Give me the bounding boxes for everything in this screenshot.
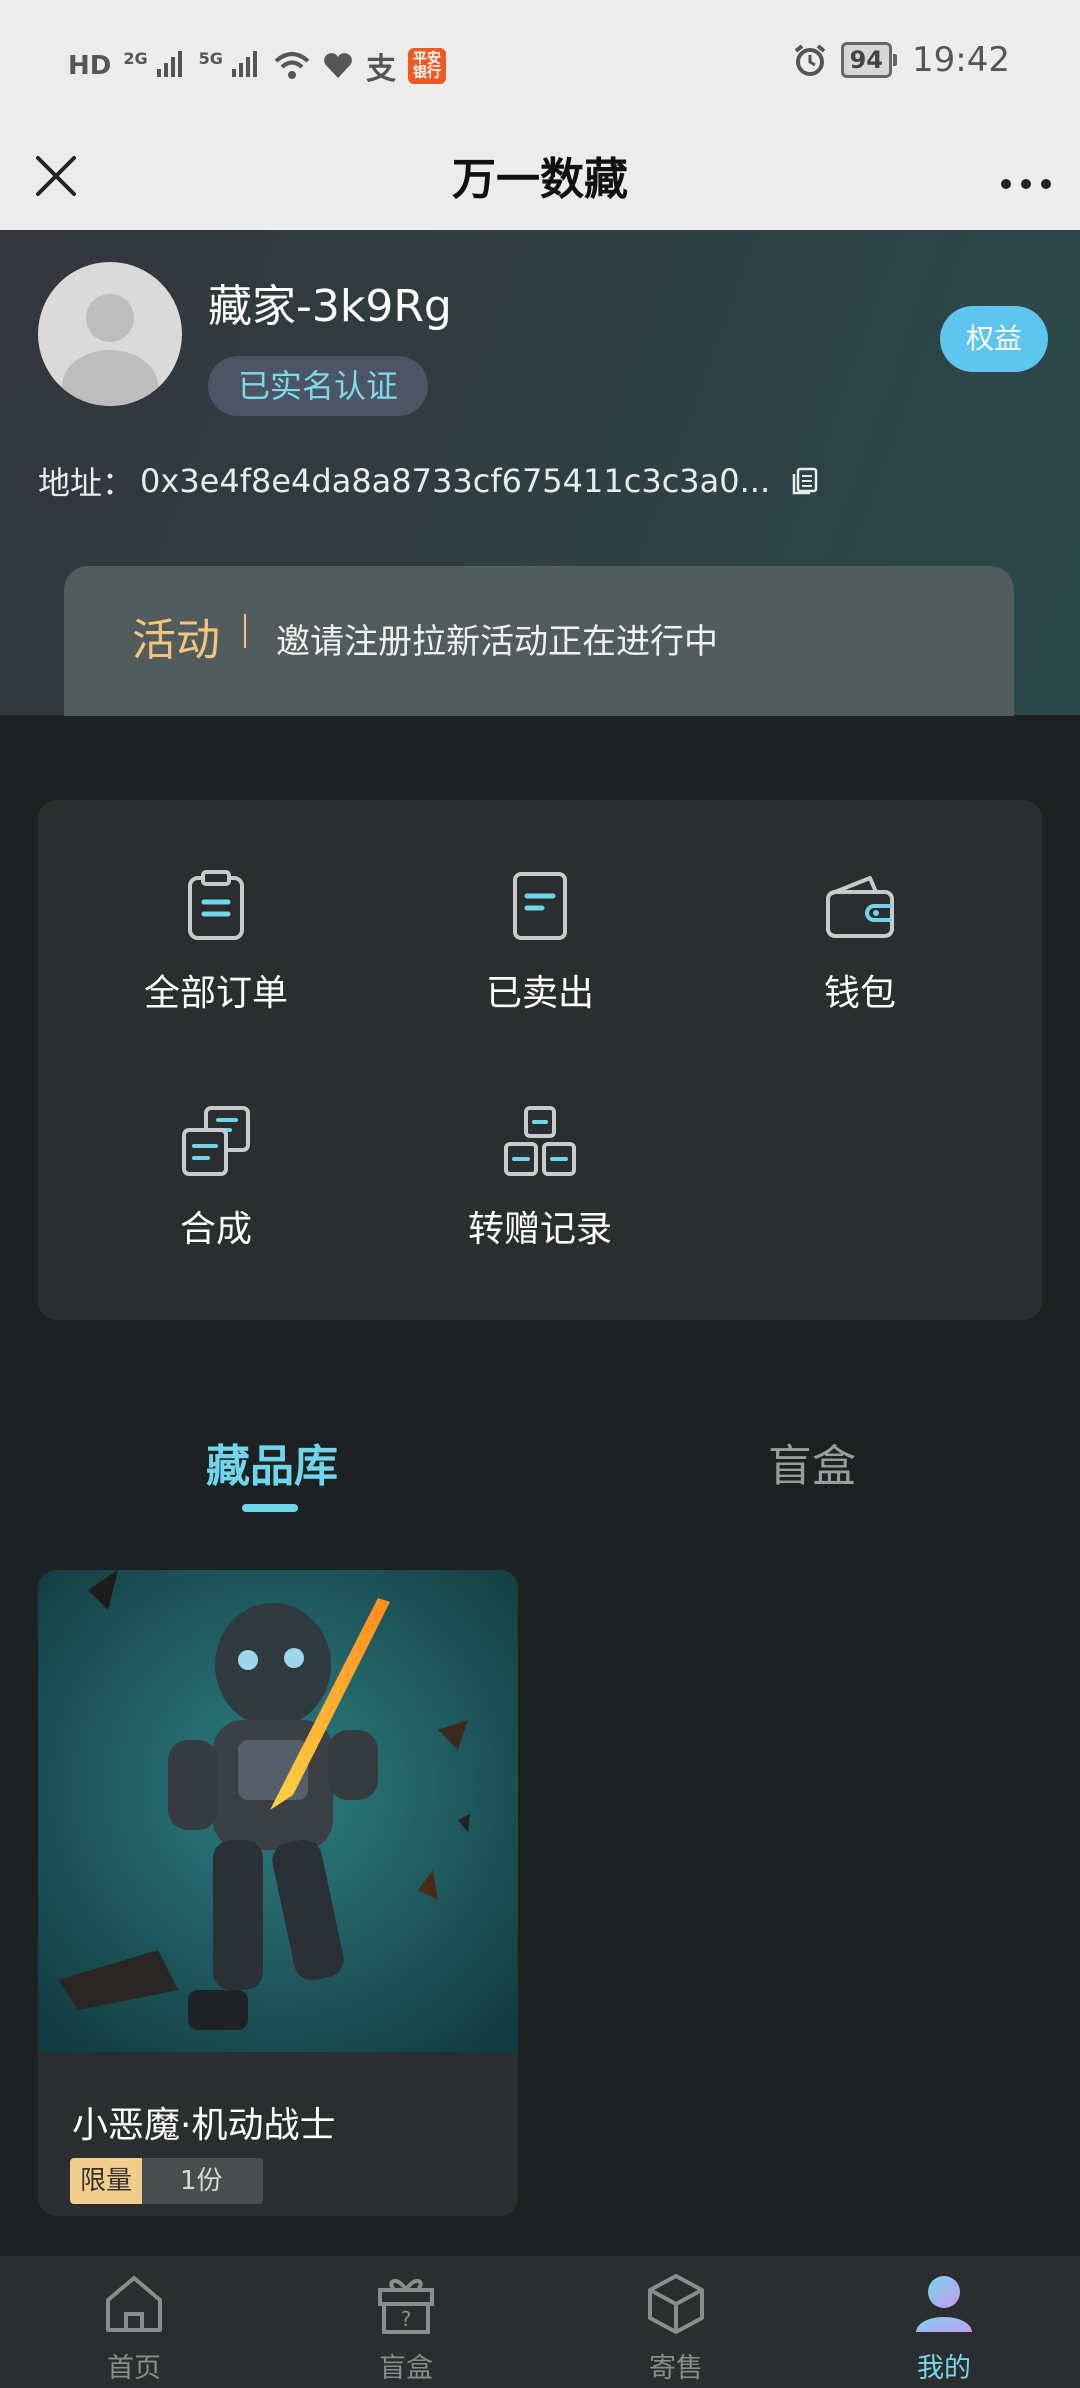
title-bar: 万一数藏 [0,130,1080,230]
nav-blind-box[interactable]: ? 盲盒 [336,2270,476,2385]
copy-icon[interactable] [790,466,820,496]
nav-consignment[interactable]: 寄售 [606,2270,746,2385]
nav-mine[interactable]: 我的 [874,2270,1014,2385]
clipboard-icon [188,870,244,940]
wallet-address: 地址： 0x3e4f8e4da8a8733cf675411c3c3a0... [38,458,820,504]
artwork-image [38,1570,518,2052]
activity-divider [244,614,246,648]
profile-header: 藏家-3k9Rg 已实名认证 权益 地址： 0x3e4f8e4da8a8733c… [0,230,1080,716]
document-icon [513,872,567,940]
user-icon [916,2276,972,2332]
verified-badge: 已实名认证 [208,356,429,416]
close-icon[interactable] [30,150,90,210]
menu-item-synthesis[interactable]: 合成 [106,1102,326,1252]
wifi-icon [274,52,310,79]
limit-count: 1份 [142,2158,263,2204]
page-title: 万一数藏 [452,154,628,205]
home-icon [106,2276,162,2332]
activity-text: 邀请注册拉新活动正在进行中 [276,622,718,662]
status-bar: HD 2G 5G 支 平安银行 94 19:42 [0,0,1080,130]
collection-card[interactable]: 小恶魔·机动战士 限量 1份 [38,1570,518,2216]
collection-title: 小恶魔·机动战士 [72,2105,336,2146]
stacked-docs-icon [182,1106,250,1176]
more-options-icon[interactable] [996,150,1056,210]
menu-item-transfer-records[interactable]: 转赠记录 [430,1102,650,1252]
bottom-nav: 首页 ? 盲盒 寄售 我的 [0,2256,1080,2388]
battery-indicator: 94 [840,42,898,78]
signal-2g-icon: 2G [123,49,186,84]
clock: 19:42 [912,40,1010,80]
username: 藏家-3k9Rg [208,281,452,332]
activity-banner[interactable]: 活动 邀请注册拉新活动正在进行中 [64,566,1014,716]
boxes-icon [504,1106,576,1176]
alipay-icon: 支 [366,52,396,87]
menu-item-all-orders[interactable]: 全部订单 [106,866,326,1016]
signal-5g-icon: 5G [199,49,262,84]
function-menu: 全部订单 已卖出 钱包 合成 转赠记录 [38,800,1042,1320]
address-value: 0x3e4f8e4da8a8733cf675411c3c3a0... [140,462,771,500]
menu-item-sold[interactable]: 已卖出 [430,866,650,1016]
nav-home[interactable]: 首页 [64,2270,204,2385]
alarm-icon [794,44,825,76]
wallet-icon [826,876,894,938]
tab-active-indicator [242,1504,298,1512]
rights-button[interactable]: 权益 [940,306,1048,372]
tab-blind-box[interactable]: 盲盒 [768,1430,856,1494]
status-bar-right: 94 19:42 [793,40,1010,80]
gift-icon: ? [378,2279,434,2334]
health-icon [324,53,352,78]
svg-text:?: ? [401,2307,412,2331]
avatar[interactable] [38,262,182,406]
default-avatar-icon [62,294,158,406]
limit-badge: 限量 1份 [70,2158,263,2204]
activity-tag: 活动 [132,615,220,666]
limit-tag: 限量 [70,2158,143,2204]
tab-collection[interactable]: 藏品库 [206,1430,338,1494]
hd-indicator: HD [68,51,112,81]
address-label: 地址： [38,464,135,502]
cube-icon [648,2274,704,2334]
menu-item-wallet[interactable]: 钱包 [750,866,970,1016]
status-bar-left: HD 2G 5G 支 平安银行 [68,44,446,88]
bank-app-icon: 平安银行 [408,48,446,84]
